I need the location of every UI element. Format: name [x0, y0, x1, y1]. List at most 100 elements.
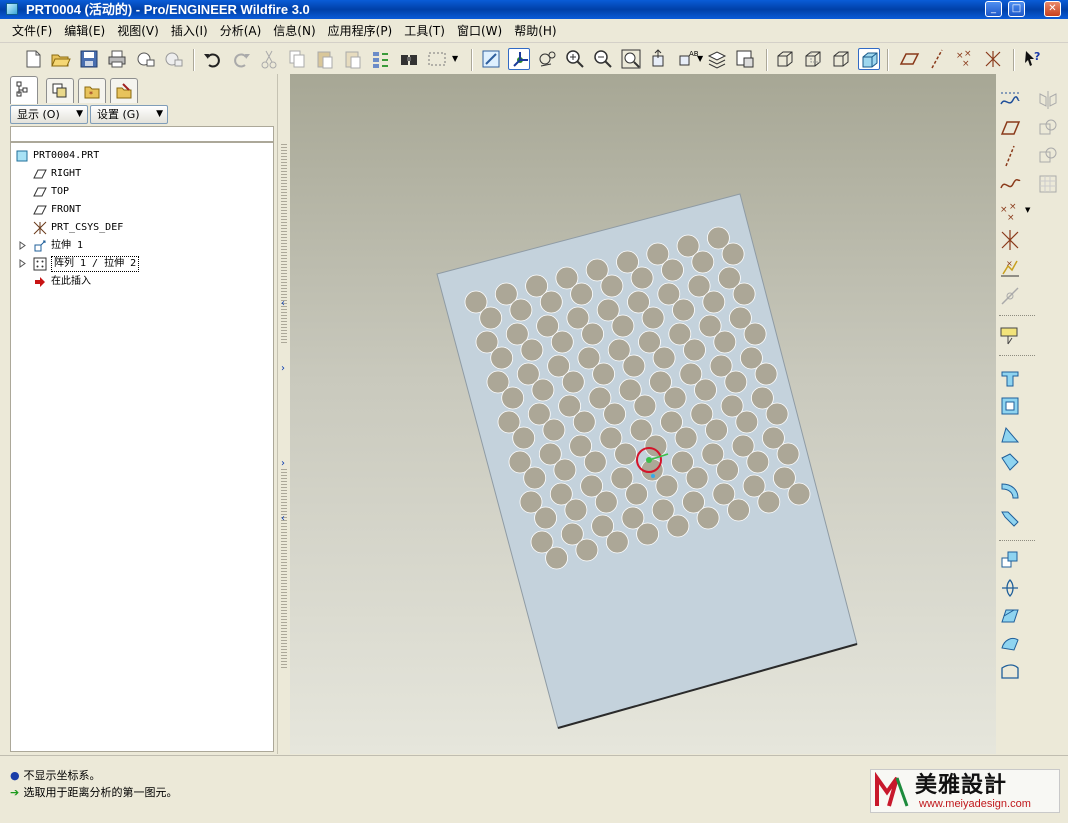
hidden-line-icon[interactable]	[802, 48, 824, 70]
round-tool-icon[interactable]	[998, 660, 1022, 684]
reorient-icon[interactable]	[648, 48, 670, 70]
coordinate-systems-icon[interactable]	[982, 48, 1004, 70]
context-help-icon[interactable]: ?	[1022, 48, 1044, 70]
datum-curve-tool-icon[interactable]	[998, 172, 1022, 196]
find-icon[interactable]	[398, 48, 420, 70]
expand-arrow-icon[interactable]: ›	[281, 459, 285, 469]
redo-icon[interactable]	[230, 48, 252, 70]
revolve-tool-icon[interactable]	[998, 394, 1022, 418]
layers-icon[interactable]	[706, 48, 728, 70]
datum-axes-icon[interactable]	[926, 48, 948, 70]
tree-filter-field[interactable]	[10, 126, 274, 142]
print-icon[interactable]	[106, 48, 128, 70]
favorites-tab[interactable]: *	[78, 78, 106, 103]
plate-hole	[575, 538, 599, 562]
plate-hole	[600, 274, 624, 298]
sketch-tool-icon[interactable]	[998, 88, 1022, 112]
zoom-out-icon[interactable]	[592, 48, 614, 70]
zoom-in-icon[interactable]	[564, 48, 586, 70]
regenerate-icon[interactable]	[370, 48, 392, 70]
extrude-tool-icon[interactable]	[998, 366, 1022, 390]
menu-info[interactable]: 信息(N)	[267, 20, 321, 42]
menu-applications[interactable]: 应用程序(P)	[322, 20, 399, 42]
undo-icon[interactable]	[202, 48, 224, 70]
send-mail-icon[interactable]	[134, 48, 156, 70]
send-mail-attach-icon[interactable]	[162, 48, 184, 70]
warp-icon[interactable]	[998, 506, 1022, 530]
expand-arrow-icon[interactable]	[19, 241, 26, 250]
datum-point-dropdown-icon[interactable]: ▼	[1025, 206, 1030, 214]
menu-view[interactable]: 视图(V)	[111, 20, 165, 42]
panel-sash[interactable]: ‹ › › ‹	[277, 74, 290, 754]
menu-insert[interactable]: 插入(I)	[165, 20, 214, 42]
datum-plane-tool-icon[interactable]	[998, 116, 1022, 140]
datum-axis-tool-icon[interactable]	[998, 144, 1022, 168]
show-button[interactable]: 显示 (O) ▼	[10, 105, 88, 124]
datum-points-icon[interactable]: × × ×	[954, 48, 976, 70]
menu-file[interactable]: 文件(F)	[6, 20, 58, 42]
refit-icon[interactable]	[620, 48, 642, 70]
cut-icon[interactable]	[258, 48, 280, 70]
paste-special-icon[interactable]	[342, 48, 364, 70]
coordinate-system-tool-icon[interactable]	[998, 228, 1022, 252]
minimize-button[interactable]: _	[985, 1, 1002, 17]
shell-tool-icon[interactable]	[998, 576, 1022, 600]
message-area: ● 不显示坐标系。 ➔ 选取用于距离分析的第一图元。 美雅設計 www.meiy…	[0, 755, 1068, 823]
pattern-tool-icon[interactable]	[1036, 172, 1060, 196]
menu-tools[interactable]: 工具(T)	[398, 20, 451, 42]
plate-hole	[542, 418, 566, 442]
wireframe-icon[interactable]	[774, 48, 796, 70]
view-manager-icon[interactable]	[734, 48, 756, 70]
draft-tool-icon[interactable]	[998, 632, 1022, 656]
plate-hole	[691, 250, 715, 274]
saved-views-icon[interactable]: AB	[676, 48, 698, 70]
layers-tab[interactable]	[46, 78, 74, 103]
message-line: ● 不显示坐标系。	[10, 769, 101, 783]
menu-edit[interactable]: 编辑(E)	[58, 20, 111, 42]
datum-planes-icon[interactable]	[898, 48, 920, 70]
merge-tool-icon[interactable]	[1036, 116, 1060, 140]
copy-icon[interactable]	[286, 48, 308, 70]
collapse-arrow-icon[interactable]: ‹	[281, 299, 285, 309]
plate-hole	[545, 546, 569, 570]
plate-hole	[594, 490, 618, 514]
mirror-tool-icon[interactable]	[1036, 88, 1060, 112]
new-icon[interactable]	[22, 48, 44, 70]
save-icon[interactable]	[78, 48, 100, 70]
shading-icon[interactable]	[858, 48, 880, 70]
analysis-feature-icon[interactable]: ×	[998, 256, 1022, 280]
paste-icon[interactable]	[314, 48, 336, 70]
repaint-icon[interactable]	[480, 48, 502, 70]
open-icon[interactable]	[50, 48, 72, 70]
close-button[interactable]: ✕	[1044, 1, 1061, 17]
select-box-icon[interactable]	[426, 48, 448, 70]
folder-browser-tab[interactable]	[110, 78, 138, 103]
menu-help[interactable]: 帮助(H)	[508, 20, 562, 42]
no-hidden-icon[interactable]	[830, 48, 852, 70]
style-tool-icon[interactable]	[998, 478, 1022, 502]
menu-bar: 文件(F) 编辑(E) 视图(V) 插入(I) 分析(A) 信息(N) 应用程序…	[0, 19, 1068, 43]
model-tree-tab[interactable]	[10, 76, 38, 104]
settings-button[interactable]: 设置 (G) ▼	[90, 105, 168, 124]
spin-center-icon[interactable]	[508, 48, 530, 70]
expand-arrow-icon[interactable]	[19, 259, 26, 268]
select-box-dropdown-icon[interactable]: ▼	[452, 54, 458, 63]
saved-views-dropdown-icon[interactable]: ▼	[697, 54, 703, 63]
trim-tool-icon[interactable]	[1036, 144, 1060, 168]
menu-window[interactable]: 窗口(W)	[451, 20, 508, 42]
datum-point-tool-icon[interactable]: × × ×	[998, 200, 1022, 224]
collapse-arrow-icon[interactable]: ‹	[281, 514, 285, 524]
maximize-button[interactable]: □	[1008, 1, 1025, 17]
insert-datum-icon[interactable]	[998, 284, 1022, 308]
sash-grip[interactable]	[281, 144, 287, 344]
menu-analysis[interactable]: 分析(A)	[214, 20, 268, 42]
variable-sweep-icon[interactable]	[998, 422, 1022, 446]
orient-mode-icon[interactable]	[536, 48, 558, 70]
rib-tool-icon[interactable]	[998, 604, 1022, 628]
sash-grip[interactable]	[281, 469, 287, 669]
annotation-feature-icon[interactable]	[998, 324, 1022, 348]
boundary-blend-icon[interactable]	[998, 450, 1022, 474]
hole-tool-icon[interactable]	[998, 548, 1022, 572]
graphics-window[interactable]	[290, 74, 996, 754]
expand-arrow-icon[interactable]: ›	[281, 364, 285, 374]
